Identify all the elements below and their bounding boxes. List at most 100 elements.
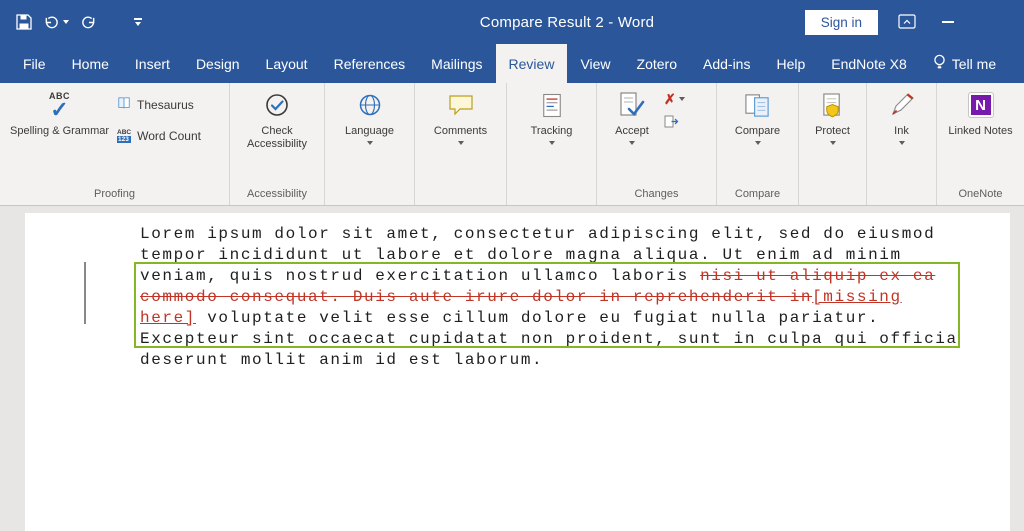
ribbon-group-comments: Comments [415, 83, 507, 205]
ribbon-group-onenote: N Linked Notes OneNote [937, 83, 1024, 205]
tracking-dropdown-icon [549, 141, 555, 145]
text-segment: deserunt mollit anim id est laborum. [140, 351, 543, 369]
compare-dropdown-icon [755, 141, 761, 145]
undo-dropdown-icon[interactable] [63, 20, 69, 24]
check-accessibility-icon [264, 88, 290, 122]
protect-dropdown-icon [830, 141, 836, 145]
tab-zotero[interactable]: Zotero [624, 44, 690, 83]
ribbon-group-proofing: ABC✓ Spelling & Grammar Thesaurus ABC123… [0, 83, 230, 205]
tab-tell-me[interactable]: Tell me [920, 44, 1009, 83]
text-line: deserunt mollit anim id est laborum. [140, 350, 1010, 371]
tab-label: Add-ins [703, 56, 750, 72]
group-label-proofing: Proofing [0, 186, 229, 205]
sign-in-button[interactable]: Sign in [805, 10, 878, 35]
tab-label: Home [72, 56, 109, 72]
minimize-button[interactable] [942, 21, 954, 23]
ribbon-group-compare: Compare Compare [717, 83, 799, 205]
reject-button[interactable]: ✗ [661, 92, 688, 106]
ribbon-group-language: Language [325, 83, 415, 205]
group-label-compare: Compare [717, 186, 798, 205]
text-segment: tempor incididunt ut labore et dolore ma… [140, 246, 902, 264]
tab-label: View [580, 56, 610, 72]
customize-quick-access-icon[interactable] [134, 18, 142, 26]
text-segment-deleted: nisi ut aliquip ex ea [700, 267, 935, 285]
tab-review[interactable]: Review [496, 44, 568, 83]
ribbon-group-accessibility: Check Accessibility Accessibility [230, 83, 325, 205]
linked-notes-label: Linked Notes [948, 125, 1012, 138]
lightbulb-icon [933, 54, 946, 74]
thesaurus-icon [117, 96, 131, 113]
language-button[interactable]: Language [341, 83, 399, 186]
accept-label: Accept [615, 125, 649, 138]
tab-label: Review [509, 56, 555, 72]
protect-label: Protect [815, 125, 850, 138]
group-label-changes: Changes [597, 186, 716, 205]
ribbon-display-options-icon[interactable] [898, 14, 916, 30]
tab-layout[interactable]: Layout [253, 44, 321, 83]
accept-dropdown-icon [629, 141, 635, 145]
group-label-accessibility: Accessibility [230, 186, 324, 205]
check-accessibility-label: Check Accessibility [234, 125, 320, 151]
thesaurus-label: Thesaurus [137, 98, 194, 112]
language-dropdown-icon [367, 141, 373, 145]
compare-label: Compare [735, 125, 780, 138]
tab-home[interactable]: Home [59, 44, 122, 83]
tab-label: Help [776, 56, 805, 72]
check-accessibility-button[interactable]: Check Accessibility [230, 83, 324, 186]
ink-label: Ink [894, 125, 909, 138]
titlebar-controls: Sign in [805, 10, 1024, 35]
tab-label: Mailings [431, 56, 482, 72]
next-change-icon [664, 115, 679, 134]
undo-button[interactable] [43, 15, 69, 30]
ribbon: ABC✓ Spelling & Grammar Thesaurus ABC123… [0, 83, 1024, 206]
text-line: tempor incididunt ut labore et dolore ma… [140, 245, 1010, 266]
document-page[interactable]: Lorem ipsum dolor sit amet, consectetur … [25, 213, 1010, 531]
language-label: Language [345, 125, 394, 138]
spelling-grammar-label: Spelling & Grammar [10, 125, 109, 138]
compare-button[interactable]: Compare [729, 83, 787, 186]
accept-button[interactable]: Accept [603, 83, 661, 186]
tab-view[interactable]: View [567, 44, 623, 83]
document-text[interactable]: Lorem ipsum dolor sit amet, consectetur … [25, 213, 1010, 371]
comments-label: Comments [434, 125, 487, 138]
language-icon [357, 88, 383, 122]
group-label-onenote: OneNote [937, 186, 1024, 205]
text-segment: voluptate velit esse cillum dolore eu fu… [196, 309, 879, 327]
linked-notes-button[interactable]: N Linked Notes [944, 83, 1016, 186]
text-line: veniam, quis nostrud exercitation ullamc… [140, 266, 1010, 287]
ink-button[interactable]: Ink [873, 83, 931, 186]
text-segment: Excepteur sint occaecat cupidatat non pr… [140, 330, 958, 348]
next-change-button[interactable] [661, 115, 688, 134]
tab-references[interactable]: References [321, 44, 419, 83]
ink-pen-icon [889, 88, 915, 122]
accept-icon [619, 88, 645, 122]
spelling-grammar-button[interactable]: ABC✓ Spelling & Grammar [6, 83, 113, 186]
onenote-icon: N [969, 88, 993, 122]
tab-add-ins[interactable]: Add-ins [690, 44, 763, 83]
quick-access-toolbar [0, 14, 153, 30]
thesaurus-button[interactable]: Thesaurus [113, 95, 205, 114]
text-line: commodo consequat. Duis aute irure dolor… [140, 287, 1010, 308]
text-line: Excepteur sint occaecat cupidatat non pr… [140, 329, 1010, 350]
save-icon[interactable] [16, 14, 32, 30]
tab-file[interactable]: File [10, 44, 59, 83]
tab-mailings[interactable]: Mailings [418, 44, 495, 83]
comments-button[interactable]: Comments [430, 83, 491, 186]
comments-dropdown-icon [458, 141, 464, 145]
title-bar: Compare Result 2 - Word Sign in [0, 0, 1024, 44]
protect-button[interactable]: Protect [804, 83, 862, 186]
word-count-button[interactable]: ABC123 Word Count [113, 128, 205, 144]
tracking-button[interactable]: Tracking [523, 83, 581, 186]
tab-insert[interactable]: Insert [122, 44, 183, 83]
reject-dropdown-icon [679, 97, 685, 101]
tracking-icon [541, 88, 563, 122]
tab-label: Design [196, 56, 240, 72]
spelling-grammar-icon: ABC✓ [49, 88, 70, 122]
text-segment: Lorem ipsum dolor sit amet, consectetur … [140, 225, 935, 243]
tab-design[interactable]: Design [183, 44, 253, 83]
changed-lines-bar [84, 262, 86, 324]
tab-help[interactable]: Help [763, 44, 818, 83]
tab-label: Layout [266, 56, 308, 72]
tab-endnote-x8[interactable]: EndNote X8 [818, 44, 920, 83]
redo-button[interactable] [80, 15, 97, 30]
